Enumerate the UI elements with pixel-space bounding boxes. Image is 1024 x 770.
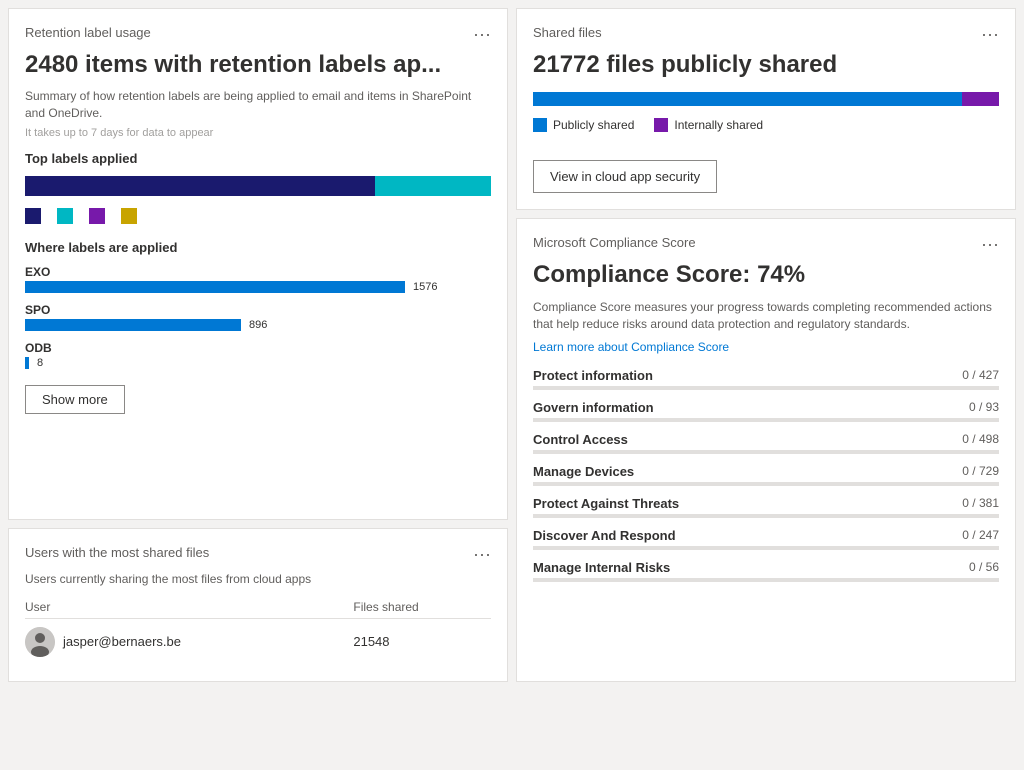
swatch-2 bbox=[57, 208, 73, 224]
compliance-label-discover-respond: Discover And Respond bbox=[533, 528, 676, 543]
shared-files-legend: Publicly shared Internally shared bbox=[533, 118, 999, 132]
compliance-label-govern-info: Govern information bbox=[533, 400, 654, 415]
user-cell: jasper@bernaers.be bbox=[25, 618, 353, 665]
files-shared-value: 21548 bbox=[353, 618, 491, 665]
compliance-bar-manage-devices bbox=[533, 482, 999, 486]
label-name-spo: SPO bbox=[25, 303, 491, 317]
retention-menu-icon[interactable]: ··· bbox=[473, 25, 491, 43]
retention-label-card: Retention label usage ··· 2480 items wit… bbox=[8, 8, 508, 520]
compliance-bar-discover-respond bbox=[533, 546, 999, 550]
compliance-description: Compliance Score measures your progress … bbox=[533, 299, 999, 333]
compliance-row-protect-threats: Protect Against Threats 0 / 381 bbox=[533, 496, 999, 518]
top-bar-segment-2 bbox=[375, 176, 492, 196]
compliance-label-protect-threats: Protect Against Threats bbox=[533, 496, 679, 511]
shared-files-menu-icon[interactable]: ··· bbox=[981, 25, 999, 43]
avatar bbox=[25, 627, 55, 657]
label-bar-spo-container: 896 bbox=[25, 319, 491, 331]
compliance-bar-control-access bbox=[533, 450, 999, 454]
top-labels-bar bbox=[25, 176, 491, 196]
top-bar-segment-1 bbox=[25, 176, 375, 196]
compliance-row-discover-respond: Discover And Respond 0 / 247 bbox=[533, 528, 999, 550]
compliance-label-control-access: Control Access bbox=[533, 432, 628, 447]
swatch-1 bbox=[25, 208, 41, 224]
swatch-4 bbox=[121, 208, 137, 224]
internally-shared-bar bbox=[962, 92, 999, 106]
retention-card-title: Retention label usage bbox=[25, 25, 151, 40]
swatch-3 bbox=[89, 208, 105, 224]
compliance-row-manage-devices: Manage Devices 0 / 729 bbox=[533, 464, 999, 486]
compliance-row-govern-info: Govern information 0 / 93 bbox=[533, 400, 999, 422]
label-row-odb: ODB 8 bbox=[25, 341, 491, 369]
users-table: User Files shared bbox=[25, 596, 491, 665]
learn-more-link[interactable]: Learn more about Compliance Score bbox=[533, 340, 999, 354]
compliance-value-control-access: 0 / 498 bbox=[962, 432, 999, 447]
compliance-row-protect-info: Protect information 0 / 427 bbox=[533, 368, 999, 390]
label-name-odb: ODB bbox=[25, 341, 491, 355]
users-menu-icon[interactable]: ··· bbox=[473, 545, 491, 563]
table-row: jasper@bernaers.be 21548 bbox=[25, 618, 491, 665]
label-value-exo: 1576 bbox=[413, 281, 437, 293]
internally-shared-dot bbox=[654, 118, 668, 132]
compliance-row-internal-risks: Manage Internal Risks 0 / 56 bbox=[533, 560, 999, 582]
retention-big-number: 2480 items with retention labels ap... bbox=[25, 51, 491, 80]
top-labels-section-label: Top labels applied bbox=[25, 151, 491, 166]
view-cloud-app-security-button[interactable]: View in cloud app security bbox=[533, 160, 717, 193]
compliance-value-protect-threats: 0 / 381 bbox=[962, 496, 999, 511]
color-swatches bbox=[25, 208, 491, 224]
label-bar-odb bbox=[25, 357, 29, 369]
shared-files-card: Shared files ··· 21772 files publicly sh… bbox=[516, 8, 1016, 210]
show-more-button[interactable]: Show more bbox=[25, 385, 125, 414]
users-description: Users currently sharing the most files f… bbox=[25, 571, 491, 588]
compliance-bar-internal-risks bbox=[533, 578, 999, 582]
shared-files-big-number: 21772 files publicly shared bbox=[533, 51, 999, 80]
label-bar-exo bbox=[25, 281, 405, 293]
publicly-shared-label: Publicly shared bbox=[553, 118, 634, 132]
legend-publicly-shared: Publicly shared bbox=[533, 118, 634, 132]
compliance-row-control-access: Control Access 0 / 498 bbox=[533, 432, 999, 454]
label-bar-spo bbox=[25, 319, 241, 331]
compliance-menu-icon[interactable]: ··· bbox=[981, 235, 999, 253]
label-row-spo: SPO 896 bbox=[25, 303, 491, 331]
compliance-value-discover-respond: 0 / 247 bbox=[962, 528, 999, 543]
compliance-label-internal-risks: Manage Internal Risks bbox=[533, 560, 670, 575]
retention-note: It takes up to 7 days for data to appear bbox=[25, 127, 491, 139]
compliance-bar-protect-threats bbox=[533, 514, 999, 518]
compliance-label-protect-info: Protect information bbox=[533, 368, 653, 383]
where-labels-section: Where labels are applied EXO 1576 SPO 89… bbox=[25, 240, 491, 369]
compliance-score-title: Compliance Score: 74% bbox=[533, 261, 999, 289]
retention-description: Summary of how retention labels are bein… bbox=[25, 88, 491, 122]
users-shared-files-card: Users with the most shared files ··· Use… bbox=[8, 528, 508, 682]
compliance-bar-protect-info bbox=[533, 386, 999, 390]
where-labels-label: Where labels are applied bbox=[25, 240, 491, 255]
legend-internally-shared: Internally shared bbox=[654, 118, 763, 132]
users-card-title: Users with the most shared files bbox=[25, 545, 209, 560]
publicly-shared-dot bbox=[533, 118, 547, 132]
compliance-bar-govern-info bbox=[533, 418, 999, 422]
label-row-exo: EXO 1576 bbox=[25, 265, 491, 293]
compliance-score-card: Microsoft Compliance Score ··· Complianc… bbox=[516, 218, 1016, 682]
compliance-value-govern-info: 0 / 93 bbox=[969, 400, 999, 415]
compliance-value-protect-info: 0 / 427 bbox=[962, 368, 999, 383]
shared-files-card-title: Shared files bbox=[533, 25, 602, 40]
label-value-spo: 896 bbox=[249, 319, 267, 331]
label-bar-odb-container: 8 bbox=[25, 357, 491, 369]
label-bar-exo-container: 1576 bbox=[25, 281, 491, 293]
label-value-odb: 8 bbox=[37, 357, 43, 369]
compliance-value-manage-devices: 0 / 729 bbox=[962, 464, 999, 479]
publicly-shared-bar bbox=[533, 92, 962, 106]
col-user-header: User bbox=[25, 596, 353, 619]
compliance-value-internal-risks: 0 / 56 bbox=[969, 560, 999, 575]
label-name-exo: EXO bbox=[25, 265, 491, 279]
compliance-card-title: Microsoft Compliance Score bbox=[533, 235, 696, 250]
user-name: jasper@bernaers.be bbox=[63, 634, 181, 649]
shared-files-bar bbox=[533, 92, 999, 106]
col-files-header: Files shared bbox=[353, 596, 491, 619]
internally-shared-label: Internally shared bbox=[674, 118, 763, 132]
compliance-label-manage-devices: Manage Devices bbox=[533, 464, 634, 479]
